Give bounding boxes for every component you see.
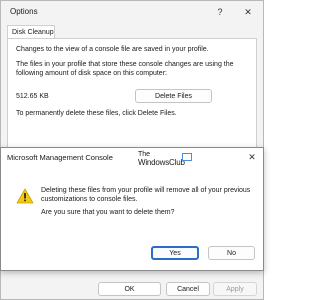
watermark-line1: The — [138, 151, 151, 158]
confirm-dialog: Microsoft Management Console The Windows… — [0, 147, 264, 271]
window-close-button[interactable]: ✕ — [235, 1, 261, 23]
title-bar[interactable]: Options ? ✕ — [1, 1, 263, 23]
watermark-logo: The WindowsClub — [138, 151, 192, 169]
disk-space-value: 512.65 KB — [16, 93, 49, 100]
warning-icon — [16, 188, 34, 206]
yes-button[interactable]: Yes — [151, 246, 199, 260]
dialog-title: Microsoft Management Console — [7, 153, 113, 162]
delete-instruction: To permanently delete these files, click… — [16, 110, 177, 117]
dialog-message: Deleting these files from your profile w… — [41, 187, 251, 203]
delete-files-button[interactable]: Delete Files — [135, 89, 212, 103]
watermark-box-icon — [182, 153, 192, 161]
no-button[interactable]: No — [208, 246, 255, 260]
dialog-question: Are you sure that you want to delete the… — [41, 209, 175, 216]
apply-button[interactable]: Apply — [213, 282, 257, 296]
dialog-close-button[interactable]: ✕ — [241, 149, 263, 165]
files-description: The files in your profile that store the… — [16, 61, 234, 77]
help-button[interactable]: ? — [207, 1, 233, 23]
ok-button[interactable]: OK — [98, 282, 161, 296]
cancel-button[interactable]: Cancel — [166, 282, 210, 296]
intro-text: Changes to the view of a console file ar… — [16, 46, 209, 53]
watermark-line2: WindowsClub — [138, 158, 185, 167]
tab-disk-cleanup[interactable]: Disk Cleanup — [7, 25, 55, 39]
window-title: Options — [10, 7, 38, 16]
